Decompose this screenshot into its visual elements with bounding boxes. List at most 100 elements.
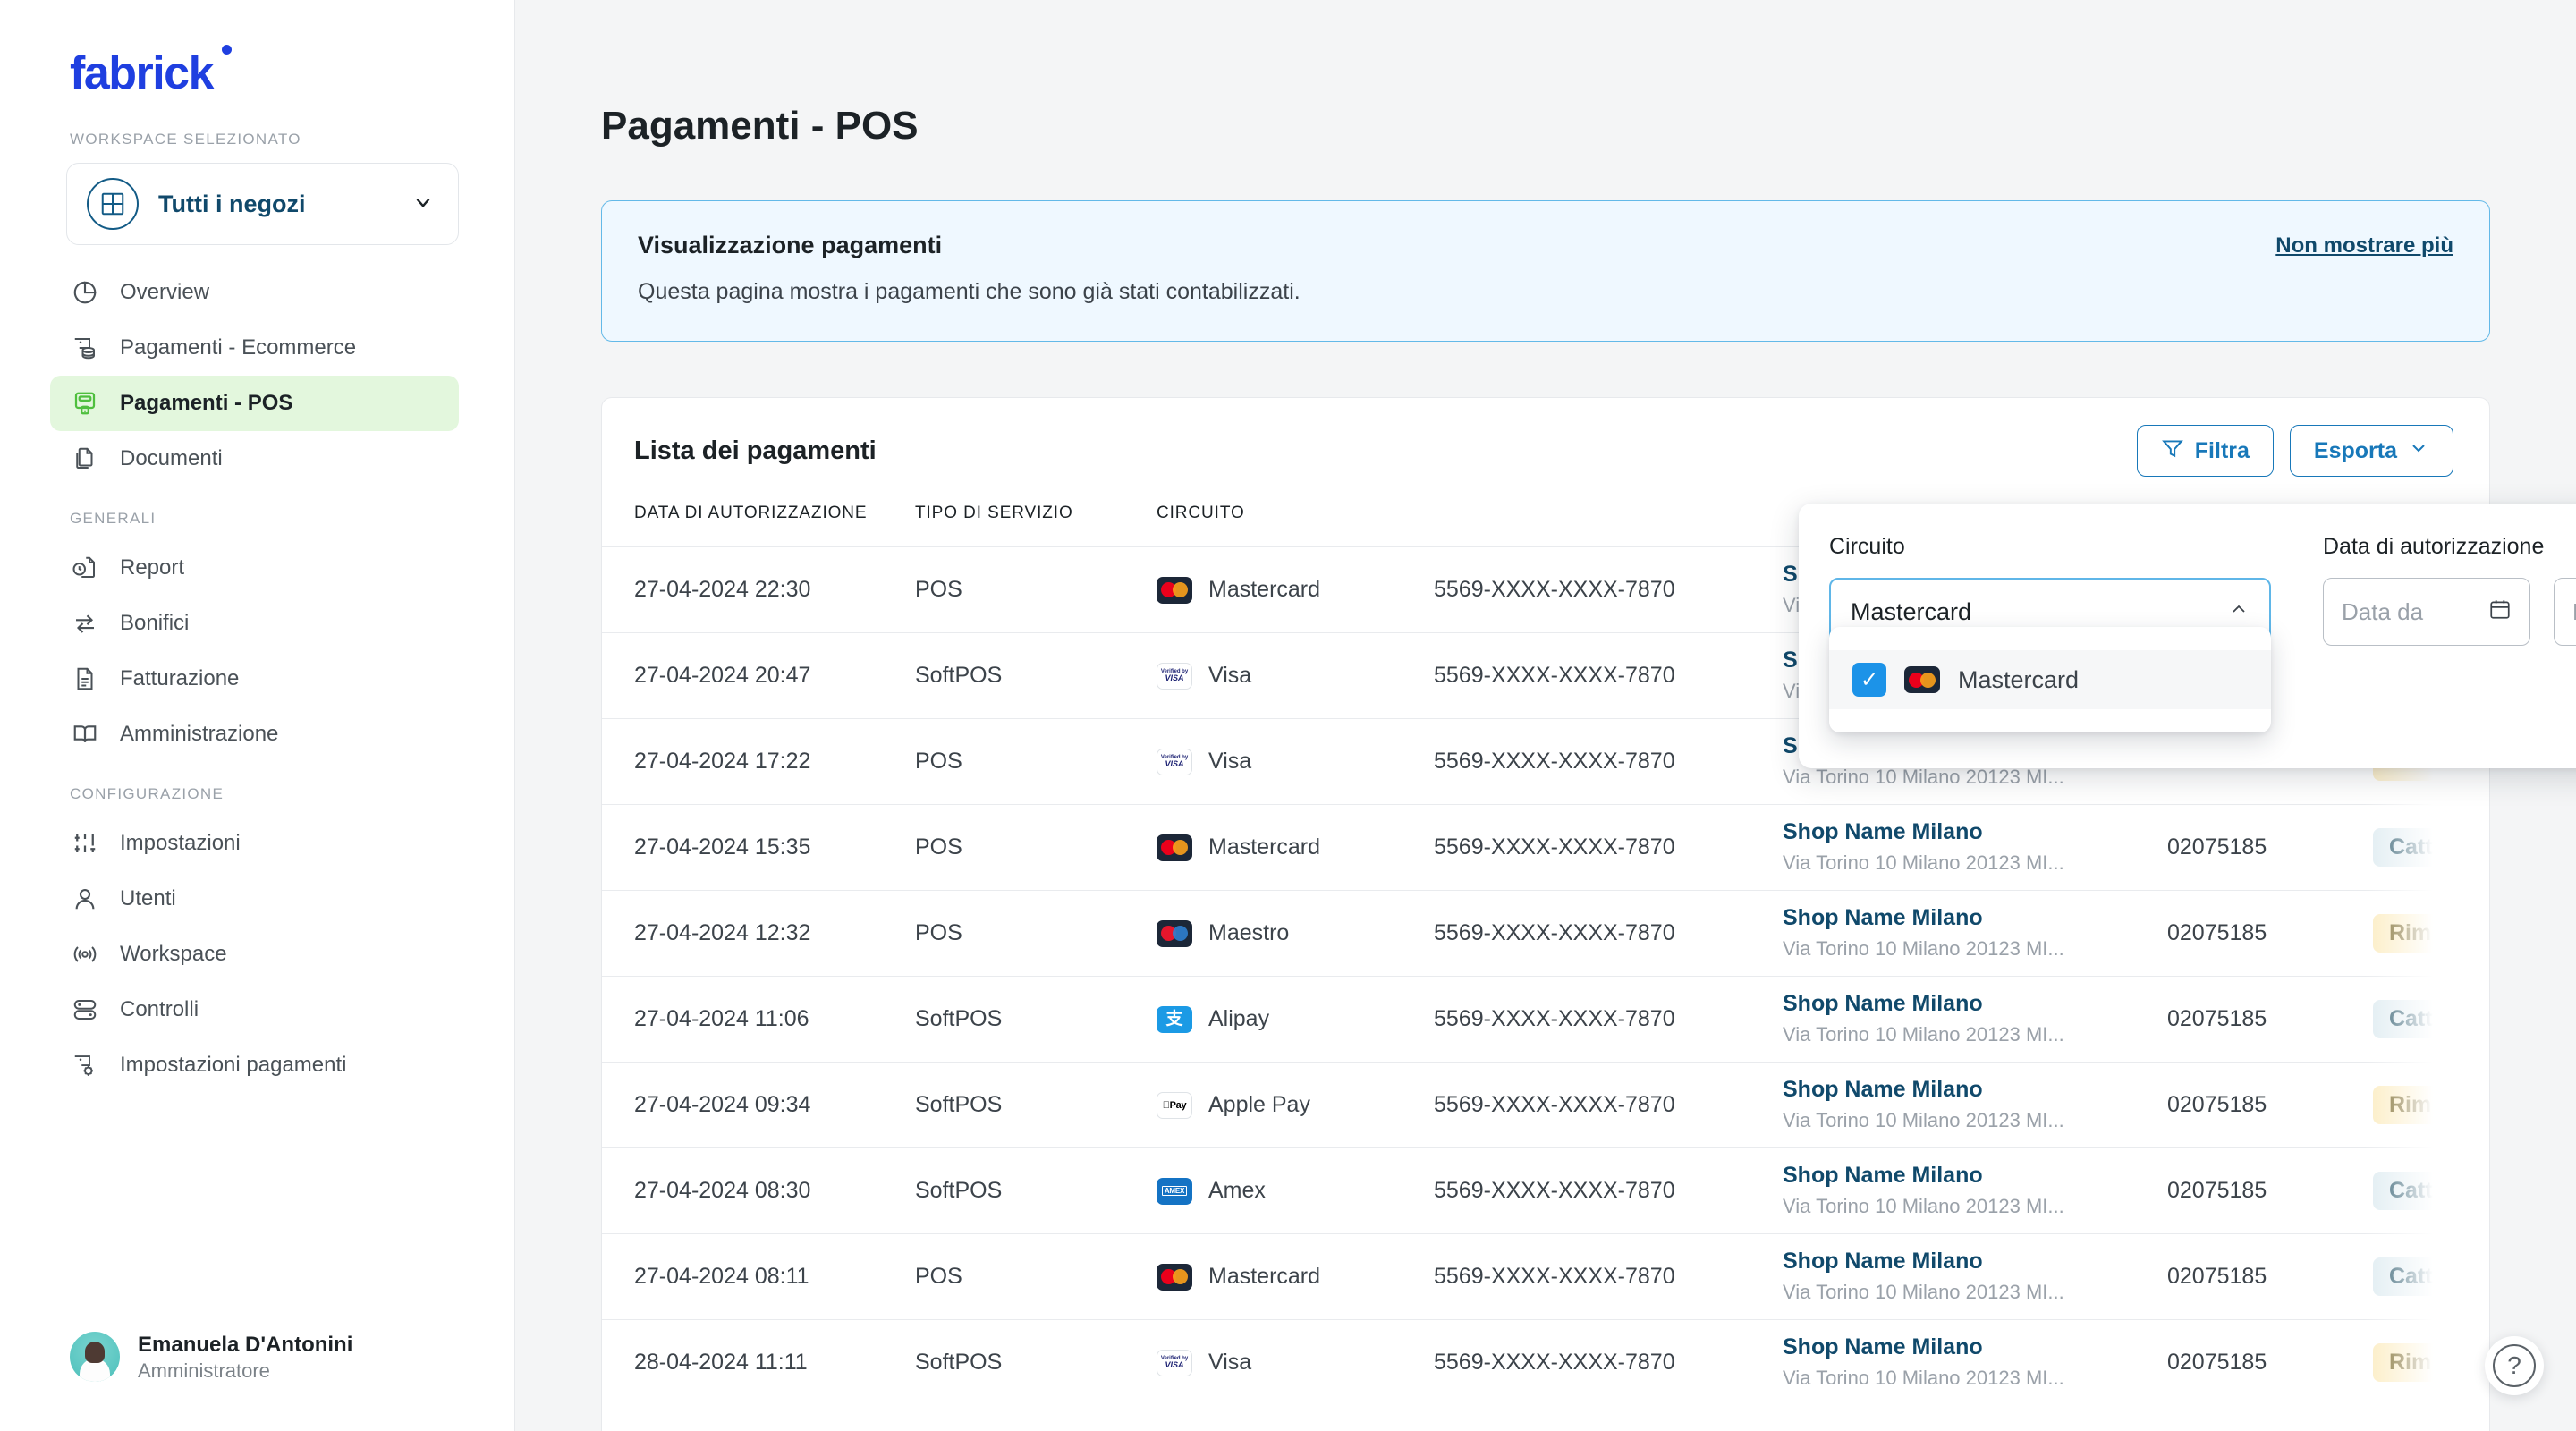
sidebar-item-amministrazione[interactable]: Amministrazione [50, 707, 459, 762]
filter-button[interactable]: Filtra [2136, 425, 2274, 477]
cell-pan: 5569-XXXX-XXXX-7870 [1434, 749, 1675, 774]
circuit-label: Mastercard [1208, 834, 1321, 859]
table-row[interactable]: 27-04-2024 12:32 POS Maestro 5569-XXXX-XXXX… [602, 890, 2489, 977]
table-row[interactable]: 27-04-2024 15:35 POS Mastercard 5569-XXXX-X… [602, 804, 2489, 891]
sidebar-item-bonifici[interactable]: Bonifici [50, 596, 459, 651]
cell-date: 27-04-2024 17:22 [634, 749, 811, 774]
table-row[interactable]: 28-04-2024 11:11 SoftPOS Verified by VISA Vi… [602, 1319, 2489, 1406]
sidebar-item-workspace[interactable]: Workspace [50, 927, 459, 982]
transfer-arrows-icon [70, 608, 100, 639]
help-label: ? [2507, 1351, 2521, 1379]
sidebar-item-label: Impostazioni [120, 831, 241, 855]
shop-address: Via Torino 10 Milano 20123 MI... [1783, 766, 2064, 789]
cell-terminal: 02075185 [2167, 1178, 2267, 1203]
avatar [70, 1332, 120, 1383]
dismiss-banner-link[interactable]: Non mostrare più [2275, 233, 2453, 258]
shop-name-link[interactable]: Shop Name Milano [1783, 1334, 2167, 1360]
primary-nav: Overview Pagamenti - Ecommerce Pagamenti… [0, 265, 514, 487]
apple-pay-logo-icon: Pay [1157, 1091, 1192, 1119]
shop-name-link[interactable]: Shop Name Milano [1783, 1076, 2167, 1103]
shop-name-link[interactable]: Shop Name Milano [1783, 990, 2167, 1017]
dropdown-option-mastercard[interactable]: ✓ Mastercard [1829, 650, 2271, 709]
sidebar-item-pagamenti-pos[interactable]: Pagamenti - POS [50, 376, 459, 431]
help-button[interactable]: ? [2485, 1336, 2544, 1395]
question-mark-icon: ? [2493, 1344, 2536, 1387]
sidebar-item-documenti[interactable]: Documenti [50, 431, 459, 487]
cell-circuit: AMEX Amex [1157, 1148, 1434, 1234]
circuito-selected-value: Mastercard [1851, 597, 1972, 625]
verified-by-visa-logo-icon: Verified by VISA [1157, 662, 1192, 690]
sidebar-item-report[interactable]: Report [50, 540, 459, 596]
checkbox-checked-icon[interactable]: ✓ [1852, 663, 1886, 697]
sidebar-item-label: Impostazioni pagamenti [120, 1053, 347, 1077]
cell-circuit: Mastercard [1157, 805, 1434, 891]
ecommerce-payments-icon [70, 333, 100, 363]
section-label-generali: GENERALI [70, 510, 157, 527]
table-row[interactable]: 27-04-2024 11:06 SoftPOS 支 Alipay 5569-XXXX-… [602, 976, 2489, 1063]
circuit-label: Mastercard [1208, 577, 1321, 602]
cell-date: 27-04-2024 12:32 [634, 920, 811, 945]
user-role: Amministratore [138, 1359, 270, 1382]
user-profile[interactable]: Emanuela D'Antonini Amministratore [70, 1332, 352, 1384]
status-badge: Rimb [2373, 1086, 2462, 1124]
cell-terminal: 02075185 [2167, 1006, 2267, 1031]
export-button[interactable]: Esporta [2289, 425, 2453, 477]
shop-name-link[interactable]: Shop Name Milano [1783, 904, 2167, 931]
cell-event: Rimb [2373, 891, 2489, 977]
sidebar-item-label: Amministrazione [120, 722, 279, 746]
cell-service: POS [915, 749, 962, 774]
sidebar-item-utenti[interactable]: Utenti [50, 871, 459, 927]
cell-circuit: Mastercard [1157, 547, 1434, 633]
brand-logo[interactable]: fabrick [0, 0, 232, 100]
cell-service: POS [915, 1264, 962, 1289]
cell-service: POS [915, 834, 962, 859]
sidebar-item-controlli[interactable]: Controlli [50, 982, 459, 1037]
mastercard-logo-icon [1157, 576, 1192, 604]
cell-shop: Shop Name Milano Via Torino 10 Milano 201… [1783, 805, 2167, 891]
cell-event: Rimb [2373, 1320, 2489, 1406]
table-row[interactable]: 27-04-2024 08:30 SoftPOS AMEX Amex 5569-XXXX… [602, 1147, 2489, 1234]
shop-name-link[interactable]: Shop Name Milano [1783, 1248, 2167, 1274]
sidebar-item-fatturazione[interactable]: Fatturazione [50, 651, 459, 707]
col-data-autorizzazione: DATA DI AUTORIZZAZIONE [634, 504, 868, 522]
cell-date: 27-04-2024 22:30 [634, 577, 811, 602]
sidebar-item-label: Fatturazione [120, 666, 240, 690]
sidebar-item-impostazioni[interactable]: Impostazioni [50, 816, 459, 871]
shop-address: Via Torino 10 Milano 20123 MI... [1783, 1195, 2064, 1218]
date-from-placeholder: Data da [2342, 597, 2424, 625]
sidebar-item-label: Workspace [120, 942, 227, 966]
sidebar: fabrick WORKSPACE SELEZIONATO Tutti i ne… [0, 0, 515, 1431]
documents-icon [70, 444, 100, 474]
circuit-label: Visa [1208, 1350, 1252, 1376]
cell-pan: 5569-XXXX-XXXX-7870 [1434, 920, 1675, 945]
circuit-label: Alipay [1208, 1006, 1270, 1031]
cell-pan: 5569-XXXX-XXXX-7870 [1434, 1264, 1675, 1289]
sidebar-item-pagamenti-ecommerce[interactable]: Pagamenti - Ecommerce [50, 320, 459, 376]
table-row[interactable]: 27-04-2024 09:34 SoftPOS Pay Apple Pay 5569… [602, 1062, 2489, 1148]
date-from-input[interactable]: Data da [2323, 578, 2530, 646]
cell-shop: Shop Name Milano Via Torino 10 Milano 201… [1783, 977, 2167, 1063]
cell-event: Rimb [2373, 1063, 2489, 1148]
shop-address: Via Torino 10 Milano 20123 MI... [1783, 1281, 2064, 1304]
shop-name-link[interactable]: Shop Name Milano [1783, 1162, 2167, 1189]
workspace-selector[interactable]: Tutti i negozi [66, 163, 459, 245]
shop-name-link[interactable]: Shop Name Milano [1783, 818, 2167, 845]
circuit-label: Apple Pay [1208, 1092, 1310, 1117]
cell-service: SoftPOS [915, 1350, 1003, 1376]
info-banner: Visualizzazione pagamenti Non mostrare p… [601, 200, 2490, 342]
sidebar-item-impostazioni-pagamenti[interactable]: Impostazioni pagamenti [50, 1037, 459, 1093]
table-row[interactable]: 27-04-2024 08:11 POS Mastercard 5569-XXXX-X… [602, 1233, 2489, 1320]
cell-pan: 5569-XXXX-XXXX-7870 [1434, 577, 1675, 602]
col-tipo-servizio: TIPO DI SERVIZIO [915, 504, 1073, 522]
cell-circuit: Mastercard [1157, 1234, 1434, 1320]
workspace-value: Tutti i negozi [158, 190, 306, 217]
shop-address: Via Torino 10 Milano 20123 MI... [1783, 937, 2064, 961]
configurazione-nav: Impostazioni Utenti Workspace Controlli … [0, 816, 514, 1093]
cell-circuit: 支 Alipay [1157, 977, 1434, 1063]
sidebar-item-overview[interactable]: Overview [50, 265, 459, 320]
date-to-input[interactable]: Data a [2554, 578, 2576, 646]
grid-icon [87, 178, 139, 230]
section-label-configurazione: CONFIGURAZIONE [70, 785, 225, 802]
report-clock-icon [70, 553, 100, 583]
status-badge: Cattu [2373, 828, 2462, 867]
